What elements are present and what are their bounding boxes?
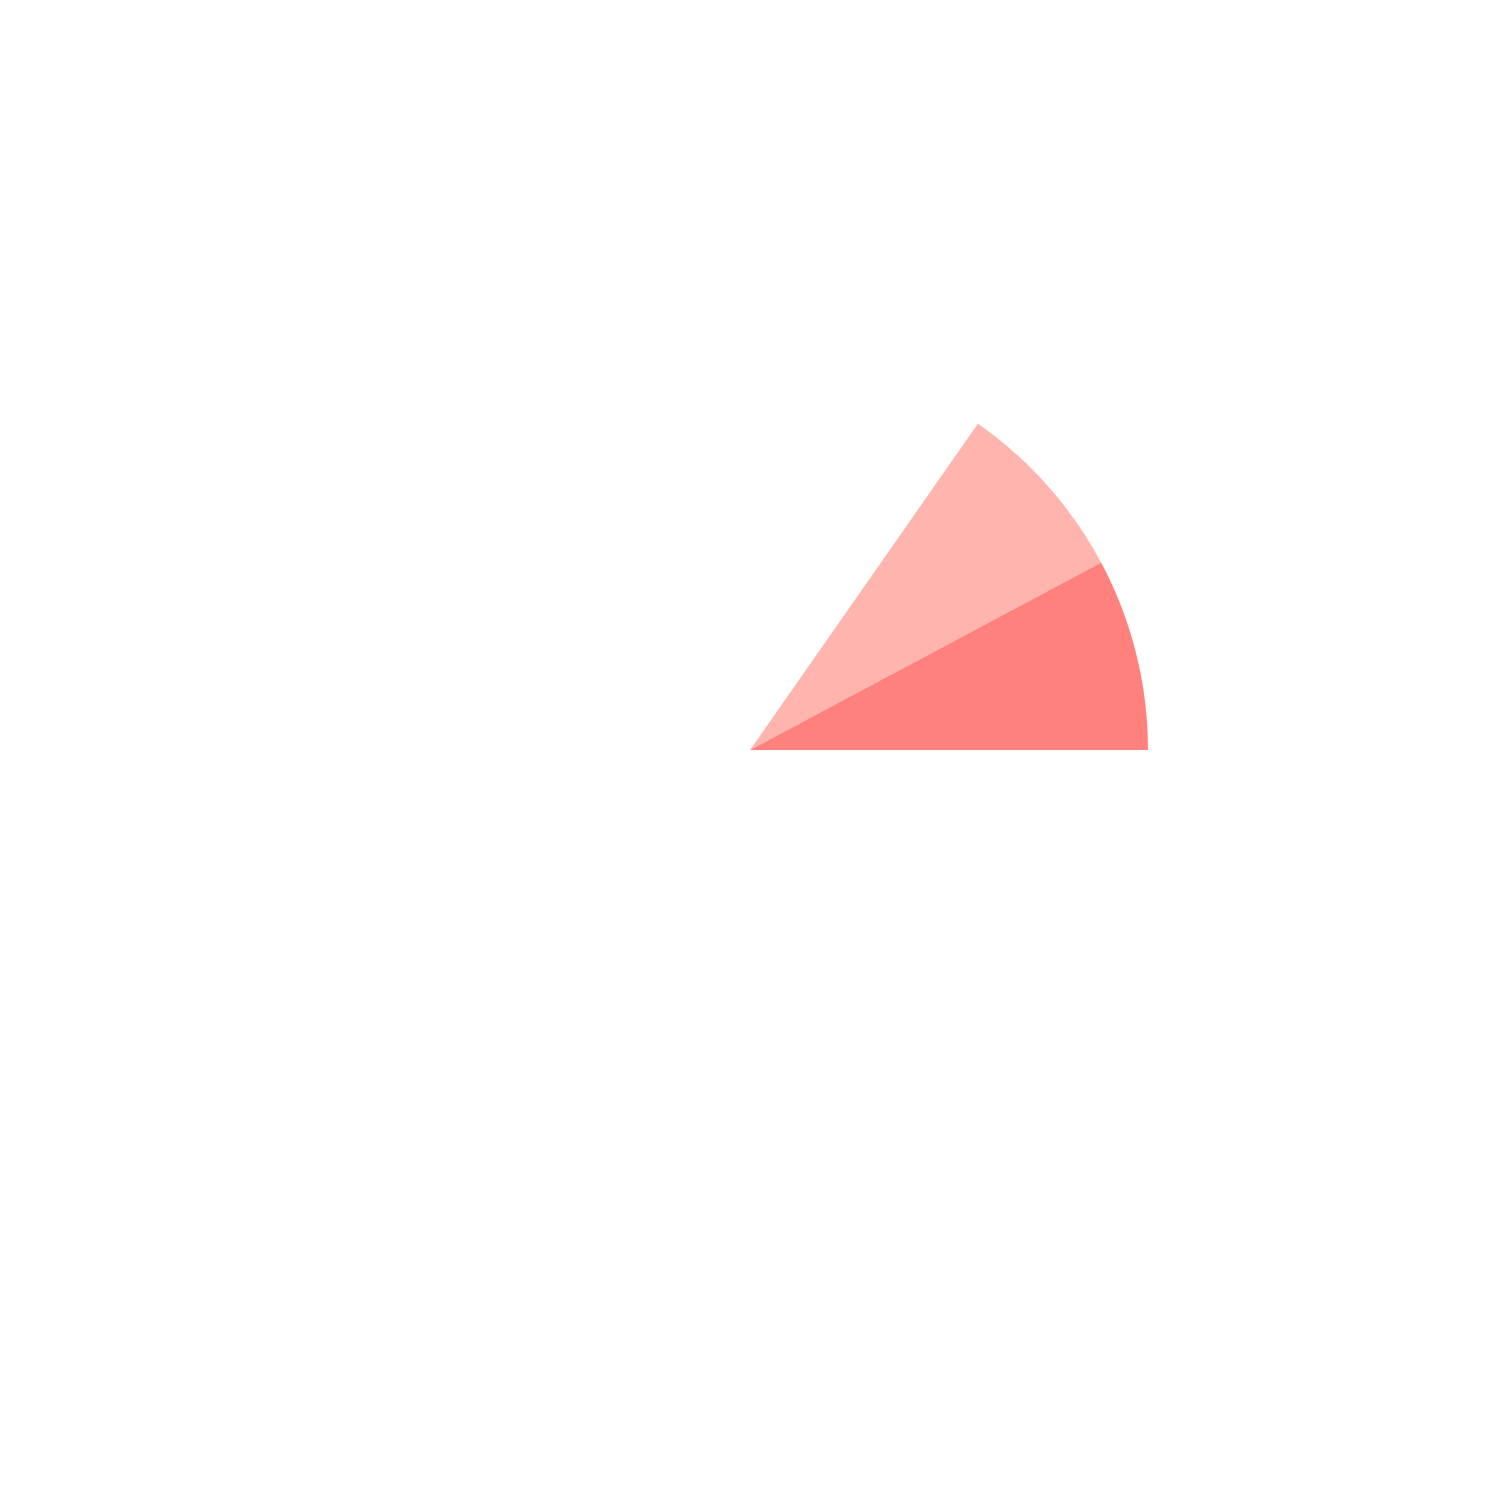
pie-chart [0, 0, 1500, 1500]
pie-chart-canvas [351, 351, 1148, 1149]
pie-slices [351, 351, 1148, 1149]
